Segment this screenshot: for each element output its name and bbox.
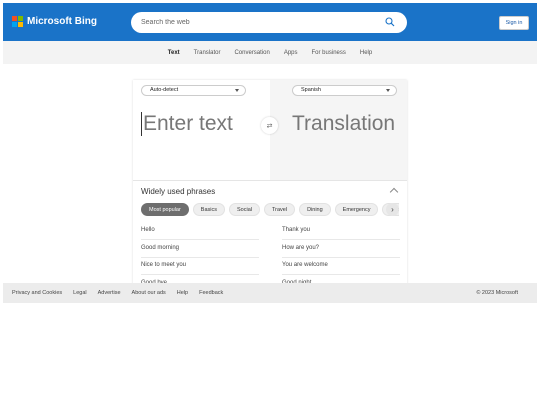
footer-link-help[interactable]: Help (177, 290, 188, 296)
search-input[interactable] (141, 16, 371, 29)
phrases-title: Widely used phrases (141, 187, 216, 196)
nav-item-text[interactable]: Text (161, 50, 187, 56)
phrases-section: Widely used phrases Most popular Basics So… (133, 180, 407, 285)
phrase-item[interactable]: How are you? (282, 241, 400, 258)
phrase-item[interactable]: Hello (141, 223, 259, 240)
phrase-category-chips: Most popular Basics Social Travel Dining Emer… (141, 203, 399, 217)
source-language-label: Auto-detect (150, 87, 179, 93)
chip-social[interactable]: Social (229, 203, 260, 216)
footer-link-feedback[interactable]: Feedback (199, 290, 223, 296)
target-pane: Spanish Translation (270, 80, 407, 180)
chevron-down-icon (235, 89, 239, 92)
chevron-up-icon[interactable] (389, 187, 399, 197)
footer-links: Privacy and Cookies Legal Advertise About o… (3, 290, 234, 296)
nav-bar: Text Translator Conversation Apps For busine… (3, 41, 537, 64)
phrase-item[interactable]: Thank you (282, 223, 400, 240)
sign-in-button[interactable]: Sign in (499, 16, 529, 30)
phrase-item[interactable]: Good morning (141, 241, 259, 258)
chip-most-popular[interactable]: Most popular (141, 203, 189, 216)
nav-item-apps[interactable]: Apps (277, 50, 305, 56)
search-icon[interactable] (385, 17, 395, 27)
footer-link-legal[interactable]: Legal (73, 290, 86, 296)
nav-item-conversation[interactable]: Conversation (227, 50, 276, 56)
source-language-select[interactable]: Auto-detect (141, 85, 246, 96)
search-box[interactable] (131, 12, 407, 33)
chevron-right-icon[interactable]: › (386, 203, 399, 216)
nav-item-translator[interactable]: Translator (187, 50, 228, 56)
nav-item-for-business[interactable]: For business (305, 50, 353, 56)
chip-travel[interactable]: Travel (263, 203, 296, 216)
bing-logo[interactable]: Microsoft Bing (12, 16, 97, 27)
footer-link-advertise[interactable]: Advertise (98, 290, 121, 296)
translation-output: Translation (292, 112, 396, 135)
chip-dining[interactable]: Dining (299, 203, 331, 216)
footer-link-privacy-and-cookies[interactable]: Privacy and Cookies (12, 290, 62, 296)
translator-panel: Auto-detect Enter text ⇄ Spanish Transla… (133, 80, 407, 285)
top-header: Microsoft Bing Sign in (3, 3, 537, 41)
source-pane: Auto-detect Enter text (133, 80, 270, 180)
copyright: © 2023 Microsoft (476, 290, 518, 296)
logo-text: Microsoft Bing (27, 16, 97, 27)
chip-basics[interactable]: Basics (192, 203, 225, 216)
nav-item-help[interactable]: Help (353, 50, 379, 56)
footer: Privacy and Cookies Legal Advertise About o… (3, 283, 537, 303)
chip-emergency[interactable]: Emergency (334, 203, 379, 216)
chevron-down-icon (386, 89, 390, 92)
swap-languages-icon[interactable]: ⇄ (261, 117, 278, 134)
target-language-select[interactable]: Spanish (292, 85, 397, 96)
footer-link-about-our-ads[interactable]: About our ads (132, 290, 166, 296)
microsoft-logo-icon (12, 16, 23, 27)
source-text-input[interactable]: Enter text (141, 112, 233, 136)
phrase-item[interactable]: Nice to meet you (141, 258, 259, 275)
target-language-label: Spanish (301, 87, 321, 93)
phrase-item[interactable]: You are welcome (282, 258, 400, 275)
